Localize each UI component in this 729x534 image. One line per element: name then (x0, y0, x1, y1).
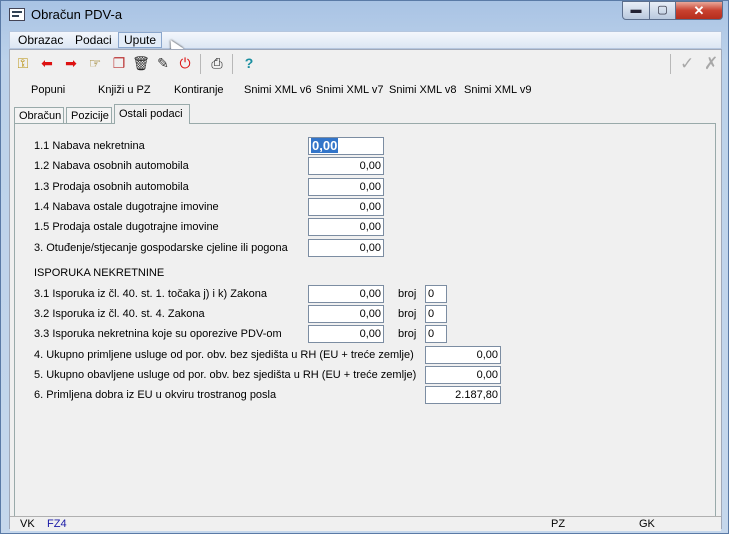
tab-obracun[interactable]: Obračun (14, 107, 64, 124)
broj-label: broj (398, 328, 417, 340)
kontiranje-button[interactable]: Kontiranje (174, 84, 224, 96)
input-nabava-automobila[interactable]: 0,00 (308, 157, 384, 175)
popuni-button[interactable]: Popuni (31, 84, 65, 96)
status-vk: VK (20, 518, 35, 530)
input-broj-3-1[interactable]: 0 (425, 285, 447, 303)
input-prodaja-automobila[interactable]: 0,00 (308, 178, 384, 196)
label-6: 6. Primljena dobra iz EU u okviru trostr… (34, 389, 277, 401)
snimi-xml-v6-button[interactable]: Snimi XML v6 (244, 84, 311, 96)
minimize-button[interactable]: ▬ (622, 1, 650, 20)
input-trostrani-posao[interactable]: 2.187,80 (425, 386, 501, 404)
input-isporuka-3-1[interactable]: 0,00 (308, 285, 384, 303)
key-icon[interactable]: ⚿ (14, 54, 32, 72)
input-broj-3-3[interactable]: 0 (425, 325, 447, 343)
arrow-left-icon[interactable]: ⬅ (38, 54, 56, 72)
menu-upute[interactable]: Upute (118, 32, 163, 48)
maximize-button[interactable]: ▢ (649, 1, 676, 20)
edit-icon[interactable]: ✎ (154, 54, 172, 72)
input-nabava-imovine[interactable]: 0,00 (308, 198, 384, 216)
status-pz: PZ (551, 518, 566, 530)
snimi-xml-v8-button[interactable]: Snimi XML v8 (389, 84, 456, 96)
status-bar: VK FZ4 PZ GK (10, 516, 721, 531)
toolbar-separator (670, 54, 671, 74)
label-1-1: 1.1 Nabava nekretnina (34, 140, 145, 152)
label-1-3: 1.3 Prodaja osobnih automobila (34, 181, 189, 193)
label-1-5: 1.5 Prodaja ostale dugotrajne imovine (34, 221, 219, 233)
client-area: ⚿ ⬅ ➡ ☞ ❐ 🗑 ✎ ⏻ ⎙ ? ✓ ✗ Popuni Knjiži u … (9, 49, 722, 531)
menu-bar: Obrazac Podaci Upute (9, 31, 722, 49)
input-otudenje[interactable]: 0,00 (308, 239, 384, 257)
arrow-right-icon[interactable]: ➡ (62, 54, 80, 72)
label-3-2: 3.2 Isporuka iz čl. 40. st. 4. Zakona (34, 308, 205, 320)
title-bar[interactable]: Obračun PDV-a ▬ ▢ ✕ (1, 1, 728, 29)
input-nabava-nekretnina[interactable]: 0,00 (308, 137, 384, 155)
tab-ostali-podaci[interactable]: Ostali podaci (114, 104, 190, 124)
menu-obrazac[interactable]: Obrazac (13, 32, 68, 48)
input-broj-3-2[interactable]: 0 (425, 305, 447, 323)
confirm-check-icon[interactable]: ✓ (680, 54, 694, 74)
hand-point-icon[interactable]: ☞ (86, 54, 104, 72)
ostali-podaci-panel: 1.1 Nabava nekretnina 0,00 1.2 Nabava os… (14, 123, 716, 517)
label-1-2: 1.2 Nabava osobnih automobila (34, 160, 189, 172)
label-1-4: 1.4 Nabava ostale dugotrajne imovine (34, 201, 219, 213)
stop-icon[interactable]: ⏻ (176, 54, 194, 72)
label-3-3: 3.3 Isporuka nekretnina koje su oporeziv… (34, 328, 282, 340)
broj-label: broj (398, 288, 417, 300)
window-title: Obračun PDV-a (31, 7, 123, 22)
menu-podaci[interactable]: Podaci (70, 32, 117, 48)
label-3-1: 3.1 Isporuka iz čl. 40. st. 1. točaka j)… (34, 288, 267, 300)
toolbar-separator (200, 54, 201, 74)
close-button[interactable]: ✕ (675, 1, 723, 20)
app-window: Obračun PDV-a ▬ ▢ ✕ Obrazac Podaci Upute… (0, 0, 729, 534)
status-fz[interactable]: FZ4 (47, 518, 67, 530)
tab-pozicije[interactable]: Pozicije (66, 107, 112, 124)
toolbar-separator (232, 54, 233, 74)
help-icon[interactable]: ? (240, 54, 258, 72)
print-icon[interactable]: ⎙ (208, 54, 226, 72)
snimi-xml-v7-button[interactable]: Snimi XML v7 (316, 84, 383, 96)
input-isporuka-3-2[interactable]: 0,00 (308, 305, 384, 323)
input-primljene-usluge[interactable]: 0,00 (425, 346, 501, 364)
section-isporuka-nekretnine: ISPORUKA NEKRETNINE (34, 267, 165, 279)
toolbar: ⚿ ⬅ ➡ ☞ ❐ 🗑 ✎ ⏻ ⎙ ? ✓ ✗ (14, 52, 718, 74)
input-obavljene-usluge[interactable]: 0,00 (425, 366, 501, 384)
cancel-x-icon[interactable]: ✗ (704, 54, 718, 74)
label-4: 4. Ukupno primljene usluge od por. obv. … (34, 349, 414, 361)
input-prodaja-imovine[interactable]: 0,00 (308, 218, 384, 236)
input-isporuka-3-3[interactable]: 0,00 (308, 325, 384, 343)
trash-icon[interactable]: 🗑 (132, 54, 150, 72)
snimi-xml-v9-button[interactable]: Snimi XML v9 (464, 84, 531, 96)
action-bar: Popuni Knjiži u PZ Kontiranje Snimi XML … (10, 81, 710, 99)
status-gk: GK (639, 518, 655, 530)
broj-label: broj (398, 308, 417, 320)
input-value-selected: 0,00 (311, 138, 339, 153)
label-5: 5. Ukupno obavljene usluge od por. obv. … (34, 369, 417, 381)
label-3: 3. Otuđenje/stjecanje gospodarske cjelin… (34, 242, 288, 254)
copy-icon[interactable]: ❐ (110, 54, 128, 72)
knjizi-u-pz-button[interactable]: Knjiži u PZ (98, 84, 151, 96)
app-icon[interactable] (9, 8, 25, 21)
